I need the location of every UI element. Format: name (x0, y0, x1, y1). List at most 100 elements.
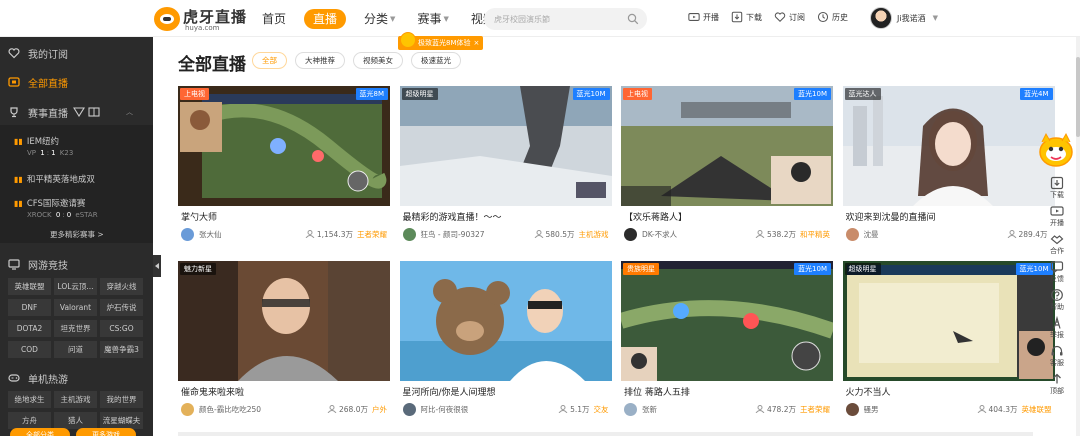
all-categories-button[interactable]: 全部分类 (10, 428, 70, 436)
category-link[interactable]: 和平精英 (800, 229, 830, 240)
avatar[interactable] (402, 402, 416, 416)
chevron-up-icon[interactable]: ︿ (126, 107, 133, 117)
filter-tab[interactable]: 极速蓝光 (411, 52, 461, 69)
nav-item[interactable]: 分类 ▼ (360, 9, 399, 29)
avatar[interactable] (402, 227, 416, 241)
sidebar-game-chip[interactable]: 英雄联盟 (8, 278, 51, 295)
sidebar-game-chip[interactable]: LOL云顶... (54, 278, 97, 295)
room-title[interactable]: 欢迎来到沈曼的直播间 (846, 210, 1051, 223)
search-icon[interactable] (627, 13, 639, 25)
streamer-name[interactable]: 骚男 (864, 404, 977, 415)
live-room-card[interactable]: 蓝光达人 蓝光4M 欢迎来到沈曼的直播间 沈曼 289.4万 (842, 86, 1055, 246)
rail-chat-button[interactable]: 反馈 (1050, 260, 1064, 284)
category-link[interactable]: 主机游戏 (579, 229, 609, 240)
room-title[interactable]: 催命鬼来啦来啦 (181, 385, 386, 398)
avatar[interactable] (624, 227, 637, 241)
more-games-button[interactable]: 更多游戏 (76, 428, 136, 436)
match-item[interactable]: ▮▮ CFS国际邀请赛 XROCK 0:0 eSTAR (14, 197, 98, 219)
sidebar-game-chip[interactable]: 流星蝴蝶夫 (100, 412, 143, 429)
header-tool[interactable]: 开播 (688, 11, 719, 23)
more-matches-link[interactable]: 更多精彩赛事 > (50, 229, 104, 240)
category-link[interactable]: 英雄联盟 (1022, 404, 1052, 415)
rail-headset-button[interactable]: 客服 (1050, 344, 1064, 368)
room-title[interactable]: 最精彩的游戏直播！～～ (403, 210, 608, 223)
rail-tv-button[interactable]: 开播 (1050, 204, 1064, 228)
room-title[interactable]: 星河所向/你是人间理想 (403, 385, 608, 398)
sidebar-game-chip[interactable]: 魔兽争霸3 (100, 341, 143, 358)
sidebar-game-chip[interactable]: 绝地求生 (8, 391, 51, 408)
streamer-name[interactable]: 张大仙 (199, 229, 305, 240)
sidebar-item-esports[interactable]: 赛事直播 ︿ (0, 99, 153, 125)
avatar[interactable] (870, 7, 892, 29)
sidebar-section-single-games[interactable]: 单机热游 (0, 365, 153, 391)
avatar[interactable] (181, 402, 194, 416)
sidebar-game-chip[interactable]: 炉石传说 (100, 299, 143, 316)
match-item[interactable]: ▮▮ IEM纽约 VP 1:1 K23 (14, 135, 73, 157)
rail-download-button[interactable]: 下载 (1050, 176, 1064, 200)
rail-up-arrow-button[interactable]: 顶部 (1050, 372, 1064, 396)
category-link[interactable]: 王者荣耀 (357, 229, 387, 240)
sidebar-game-chip[interactable]: DNF (8, 299, 51, 316)
filter-tab[interactable]: 全部 (252, 52, 287, 69)
stream-thumbnail[interactable] (399, 261, 612, 381)
stream-thumbnail[interactable]: 魅力新星 (178, 261, 390, 381)
streamer-name[interactable]: DK-不求人 (642, 229, 755, 240)
filter-tab[interactable]: 大神推荐 (295, 52, 345, 69)
streamer-name[interactable]: 张新 (642, 404, 755, 415)
sidebar-item-all-live[interactable]: 全部直播 (0, 69, 153, 95)
streamer-name[interactable]: 阿比-何夜很很 (421, 404, 559, 415)
sidebar-game-chip[interactable]: 坦克世界 (54, 320, 97, 337)
search-input[interactable] (494, 11, 624, 27)
sidebar-game-chip[interactable]: 猎人 (54, 412, 97, 429)
streamer-name[interactable]: 沈曼 (864, 229, 1007, 240)
sidebar-collapse-handle[interactable] (153, 255, 161, 277)
sidebar-game-chip[interactable]: CS:GO (100, 320, 143, 337)
avatar[interactable] (624, 402, 637, 416)
live-room-card[interactable]: 超级明星 蓝光10M 火力不当人 骚男 404.3万 英雄联盟 (842, 261, 1055, 421)
live-room-card[interactable]: 超级明星 蓝光10M 最精彩的游戏直播！～～ 狂鸟 - 颜司-90327 580.5… (399, 86, 612, 246)
live-room-card[interactable]: 魅力新星 催命鬼来啦来啦 颜色-霸比吃吃250 268.0万 户外 (178, 261, 390, 421)
category-link[interactable]: 户外 (372, 404, 387, 415)
live-room-card[interactable]: 贵族明星 蓝光10M 排位 蒋路人五排 张新 478.2万 王者荣耀 (621, 261, 833, 421)
room-title[interactable]: 火力不当人 (846, 385, 1051, 398)
category-link[interactable]: 王者荣耀 (800, 404, 830, 415)
nav-item[interactable]: 首页 (258, 9, 290, 29)
nav-item[interactable]: 直播 (304, 9, 347, 29)
streamer-name[interactable]: 狂鸟 - 颜司-90327 (421, 229, 534, 240)
stream-thumbnail[interactable]: 上电视 蓝光8M (178, 86, 390, 206)
stream-thumbnail[interactable]: 贵族明星 蓝光10M (621, 261, 833, 381)
rail-help-button[interactable]: 帮助 (1050, 288, 1064, 312)
huya-logo[interactable]: 虎牙直播 huya.com (154, 5, 249, 33)
live-room-card[interactable]: 上电视 蓝光10M 【欢乐蒋路人】 DK-不求人 538.2万 和平精英 (621, 86, 833, 246)
rail-tower-button[interactable]: 举报 (1050, 316, 1064, 340)
user-menu[interactable]: Ji我诺酒 ▼ (870, 7, 938, 29)
stream-thumbnail[interactable]: 超级明星 蓝光10M (399, 86, 612, 206)
nav-item[interactable]: 赛事 ▼ (413, 9, 452, 29)
avatar[interactable] (845, 402, 859, 416)
live-room-card[interactable]: 上电视 蓝光8M 掌勺大师 张大仙 1,154.3万 王者荣耀 (178, 86, 390, 246)
sidebar-game-chip[interactable]: 问道 (54, 341, 97, 358)
category-link[interactable]: 交友 (594, 404, 609, 415)
stream-thumbnail[interactable]: 蓝光达人 蓝光4M (842, 86, 1055, 206)
stream-thumbnail[interactable]: 上电视 蓝光10M (621, 86, 833, 206)
room-title[interactable]: 排位 蒋路人五排 (624, 385, 829, 398)
close-icon[interactable]: × (474, 39, 480, 47)
room-title[interactable]: 【欢乐蒋路人】 (624, 210, 829, 223)
live-room-card[interactable]: 星河所向/你是人间理想 阿比-何夜很很 5.1万 交友 (399, 261, 612, 421)
stream-thumbnail[interactable]: 超级明星 蓝光10M (842, 261, 1055, 381)
sidebar-game-chip[interactable]: 我的世界 (100, 391, 143, 408)
sidebar-game-chip[interactable]: COD (8, 341, 51, 358)
avatar[interactable] (845, 227, 859, 241)
filter-tab[interactable]: 视频美女 (353, 52, 403, 69)
rail-handshake-button[interactable]: 合作 (1050, 232, 1064, 256)
sidebar-game-chip[interactable]: 穿越火线 (100, 278, 143, 295)
avatar[interactable] (181, 227, 194, 241)
header-tool[interactable]: 下载 (731, 11, 762, 23)
room-title[interactable]: 掌勺大师 (181, 210, 386, 223)
sidebar-game-chip[interactable]: 方舟 (8, 412, 51, 429)
sidebar-section-online-games[interactable]: 网游竞技 (0, 251, 153, 277)
streamer-name[interactable]: 颜色-霸比吃吃250 (199, 404, 327, 415)
header-tool[interactable]: 历史 (817, 11, 848, 23)
sidebar-game-chip[interactable]: DOTA2 (8, 320, 51, 337)
header-tool[interactable]: 订阅 (774, 11, 805, 23)
